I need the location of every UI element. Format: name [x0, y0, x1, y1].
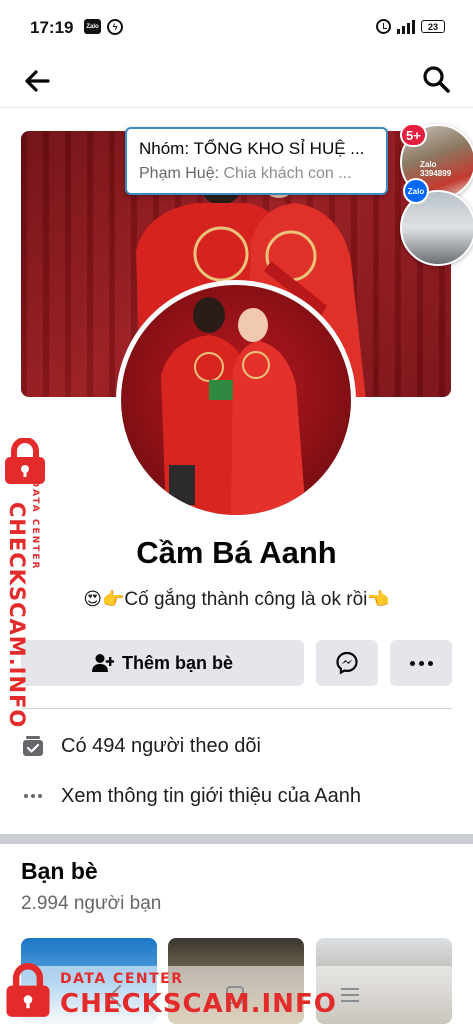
chat-bubble-preview: Phạm Huệ: Chia khách con ... — [139, 165, 374, 183]
back-arrow-icon[interactable] — [22, 66, 52, 96]
more-dots-icon — [21, 794, 45, 798]
more-icon — [409, 660, 433, 666]
signal-icon — [397, 19, 415, 34]
chat-bubble-sender: Phạm Huệ: — [139, 165, 220, 182]
messenger-icon — [336, 651, 358, 675]
add-friend-icon — [91, 654, 114, 672]
profile-bio: 😍👉Cố gắng thành công là ok rồi👈 — [0, 589, 473, 611]
about-row[interactable]: Xem thông tin giới thiệu của Aanh — [21, 782, 361, 810]
more-options-button[interactable] — [390, 640, 452, 686]
search-icon[interactable] — [421, 64, 451, 94]
chat-bubble-notification[interactable]: Nhóm: TỔNG KHO SỈ HUỆ ... Phạm Huệ: Chia… — [125, 127, 388, 195]
bio-emoji-suffix: 👈 — [367, 589, 390, 609]
watermark-bottom-main: CHECKSCAM.INFO — [60, 989, 337, 1019]
top-nav — [0, 56, 473, 108]
chat-bubble-title: Nhóm: TỔNG KHO SỈ HUỆ ... — [139, 139, 365, 158]
bio-emoji-prefix: 😍👉 — [83, 589, 125, 609]
message-button[interactable] — [316, 640, 378, 686]
lock-icon — [6, 963, 50, 1017]
profile-avatar[interactable] — [116, 280, 356, 520]
watermark-side-main: CHECKSCAM.INFO — [5, 502, 29, 729]
add-friend-label: Thêm bạn bè — [121, 652, 233, 673]
watermark-bottom-sub: DATA CENTER — [60, 971, 184, 987]
section-separator — [0, 834, 473, 844]
lock-icon — [5, 438, 45, 484]
followers-icon — [23, 736, 43, 756]
zalo-strip-label: Zalo — [420, 160, 437, 169]
add-friend-button[interactable]: Thêm bạn bè — [21, 640, 304, 686]
followers-row[interactable]: Có 494 người theo dõi — [21, 732, 261, 760]
avatar-couple-image — [161, 297, 306, 515]
zalo-strip-phone: 3394899 — [420, 169, 452, 178]
watermark-side-sub: DATA CENTER — [30, 479, 40, 571]
alarm-icon — [376, 19, 391, 34]
status-right-icons: 23 — [376, 19, 445, 34]
zalo-icon: Zalo — [403, 178, 429, 204]
chat-bubble-message: Chia khách con ... — [223, 165, 352, 182]
bio-text: Cố gắng thành công là ok rồi — [124, 589, 368, 610]
zalo-icon: Zalo — [84, 19, 101, 34]
friends-count: 2.994 người bạn — [21, 893, 162, 914]
messenger-icon: ϟ — [107, 19, 123, 35]
divider — [21, 708, 452, 709]
status-time: 17:19 — [30, 18, 74, 37]
battery-icon: 23 — [421, 20, 445, 33]
followers-text: Có 494 người theo dõi — [61, 734, 261, 757]
system-recents-icon[interactable] — [341, 988, 359, 1002]
friends-title[interactable]: Bạn bè — [21, 858, 98, 885]
about-text: Xem thông tin giới thiệu của Aanh — [61, 784, 361, 807]
status-bar: 17:19 Zalo ϟ 23 — [0, 0, 473, 56]
profile-name: Cầm Bá Aanh — [136, 535, 337, 570]
unread-badge: 5+ — [400, 123, 427, 147]
zalo-strip: Zalo 3394899 — [420, 160, 451, 178]
